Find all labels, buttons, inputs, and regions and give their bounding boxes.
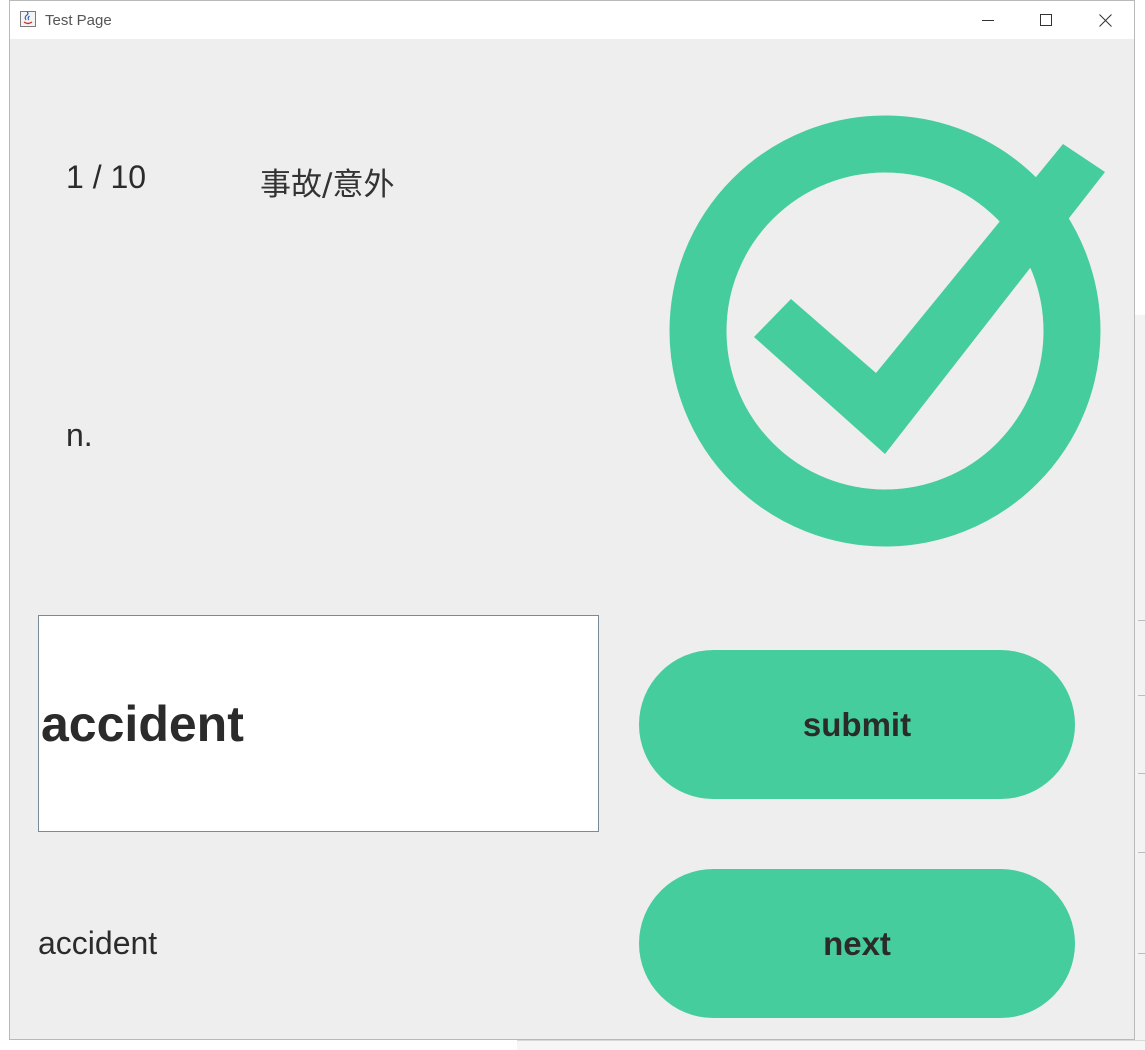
minimize-icon <box>982 14 994 26</box>
part-of-speech: n. <box>66 417 93 453</box>
minimize-button[interactable] <box>959 1 1017 39</box>
next-button[interactable]: next <box>639 869 1075 1018</box>
close-button[interactable] <box>1076 1 1134 39</box>
answer-input[interactable] <box>38 615 599 832</box>
check-circle-icon <box>665 111 1115 551</box>
correct-answer-text: accident <box>38 925 158 961</box>
java-app-icon <box>20 11 36 27</box>
maximize-icon <box>1040 14 1052 26</box>
maximize-button[interactable] <box>1017 1 1075 39</box>
word-meaning: 事故/意外 <box>260 167 395 203</box>
test-page-window: Test Page 1 / 10 事故/意外 n. submit next ac… <box>9 0 1135 1040</box>
title-bar[interactable]: Test Page <box>10 1 1134 39</box>
submit-button[interactable]: submit <box>639 650 1075 799</box>
question-counter: 1 / 10 <box>66 159 147 195</box>
window-title: Test Page <box>45 12 112 29</box>
close-icon <box>1098 13 1112 27</box>
